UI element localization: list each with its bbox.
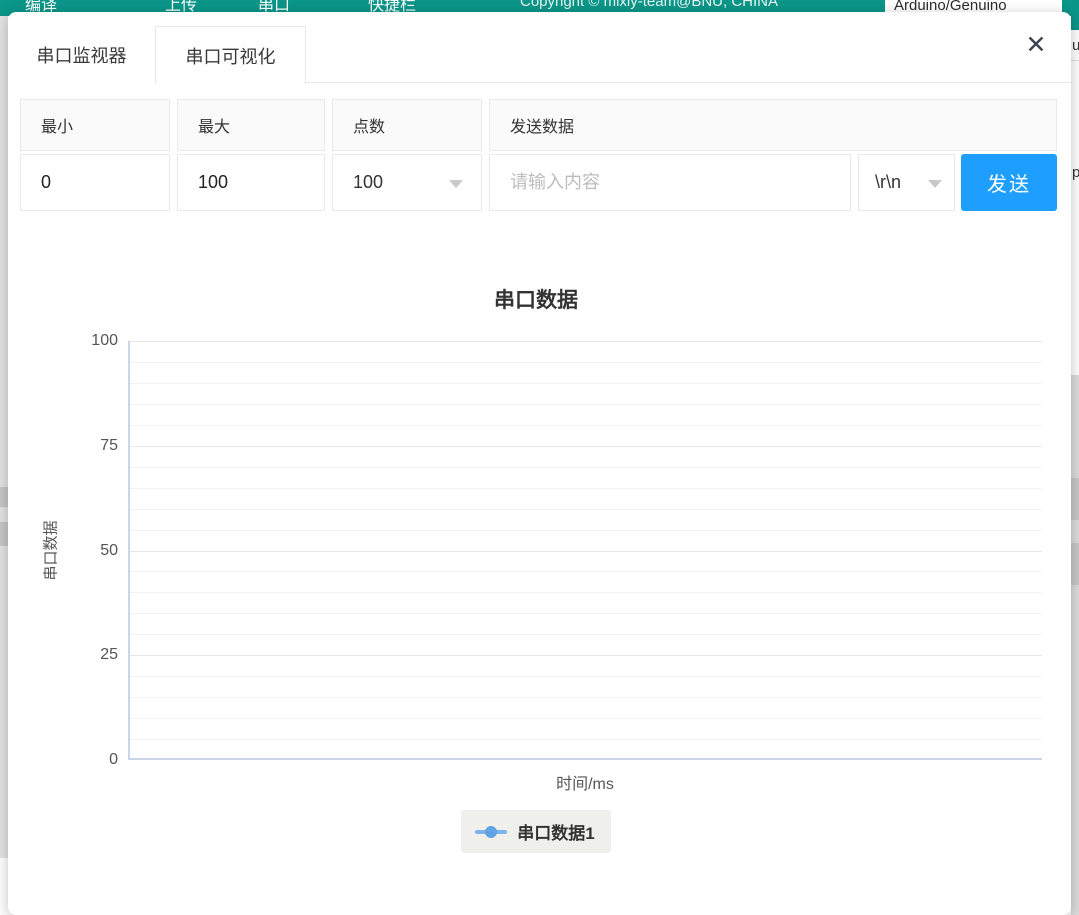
gridline bbox=[130, 488, 1042, 489]
legend-series-label: 串口数据1 bbox=[517, 819, 594, 844]
background-text-fragment: p bbox=[1072, 164, 1079, 181]
serial-dialog: 串口监视器 串口可视化 ✕ 最小 最大 点数 发送数据 100 \r\n 发送 bbox=[8, 12, 1071, 915]
y-tick-label: 25 bbox=[30, 645, 118, 665]
gridline bbox=[130, 509, 1042, 510]
points-select[interactable]: 100 bbox=[332, 154, 482, 211]
plot-area bbox=[128, 341, 1042, 760]
screen: 编译 上传 串口 快捷栏 Copyright © mixly-team@BNU,… bbox=[0, 0, 1079, 915]
max-input[interactable] bbox=[198, 172, 324, 193]
gridline bbox=[130, 467, 1042, 468]
tab-bar: 串口监视器 串口可视化 bbox=[8, 26, 1071, 83]
header-send-data: 发送数据 bbox=[489, 99, 1057, 151]
left-strip-segment bbox=[0, 487, 8, 507]
y-tick-label: 50 bbox=[30, 541, 118, 561]
max-field-cell bbox=[177, 154, 325, 211]
gridline bbox=[130, 551, 1042, 552]
gridline bbox=[130, 718, 1042, 719]
chart-title: 串口数据 bbox=[30, 284, 1042, 314]
line-ending-value: \r\n bbox=[875, 172, 901, 193]
gridline bbox=[130, 592, 1042, 593]
send-field-cell bbox=[489, 154, 851, 211]
background-text-fragment: u bbox=[1072, 37, 1079, 54]
points-select-value: 100 bbox=[353, 172, 383, 193]
right-strip-segment bbox=[1071, 543, 1079, 585]
gridline bbox=[130, 655, 1042, 656]
left-page-strip bbox=[0, 16, 8, 858]
line-ending-select[interactable]: \r\n bbox=[858, 154, 955, 211]
left-strip-segment bbox=[0, 522, 8, 546]
gridline bbox=[130, 571, 1042, 572]
gridline bbox=[130, 383, 1042, 384]
gridline bbox=[130, 362, 1042, 363]
send-data-input[interactable] bbox=[510, 172, 850, 193]
x-axis-title: 时间/ms bbox=[128, 770, 1042, 794]
gridline bbox=[130, 634, 1042, 635]
background-divider bbox=[1071, 60, 1079, 61]
min-input[interactable] bbox=[41, 172, 169, 193]
gridline bbox=[130, 697, 1042, 698]
tab-serial-visualize[interactable]: 串口可视化 bbox=[155, 26, 306, 84]
gridline bbox=[130, 425, 1042, 426]
y-tick-label: 100 bbox=[30, 331, 118, 351]
header-min: 最小 bbox=[20, 99, 170, 151]
right-strip-segment bbox=[1071, 478, 1079, 520]
send-button[interactable]: 发送 bbox=[961, 154, 1057, 211]
min-field-cell bbox=[20, 154, 170, 211]
series-marker-icon bbox=[475, 826, 507, 838]
legend: 串口数据1 bbox=[30, 810, 1042, 853]
right-page-strip bbox=[1071, 375, 1079, 915]
gridline bbox=[130, 530, 1042, 531]
chevron-down-icon bbox=[928, 180, 942, 188]
chevron-down-icon bbox=[449, 180, 463, 188]
header-max: 最大 bbox=[177, 99, 325, 151]
close-icon[interactable]: ✕ bbox=[1021, 30, 1051, 60]
copyright-text: Copyright © mixly-team@BNU, CHINA bbox=[520, 0, 778, 10]
gridline bbox=[130, 676, 1042, 677]
gridline bbox=[130, 341, 1042, 342]
gridline bbox=[130, 404, 1042, 405]
header-points: 点数 bbox=[332, 99, 482, 151]
toolbar-right-sliver bbox=[1071, 16, 1079, 30]
serial-chart: 串口数据 串口数据 0255075100 时间/ms 串口数据1 bbox=[30, 270, 1042, 870]
legend-item[interactable]: 串口数据1 bbox=[461, 810, 610, 853]
gridline bbox=[130, 446, 1042, 447]
gridline bbox=[130, 613, 1042, 614]
tab-serial-monitor[interactable]: 串口监视器 bbox=[8, 26, 155, 83]
gridline bbox=[130, 739, 1042, 740]
y-tick-label: 75 bbox=[30, 436, 118, 456]
y-tick-label: 0 bbox=[30, 750, 118, 770]
